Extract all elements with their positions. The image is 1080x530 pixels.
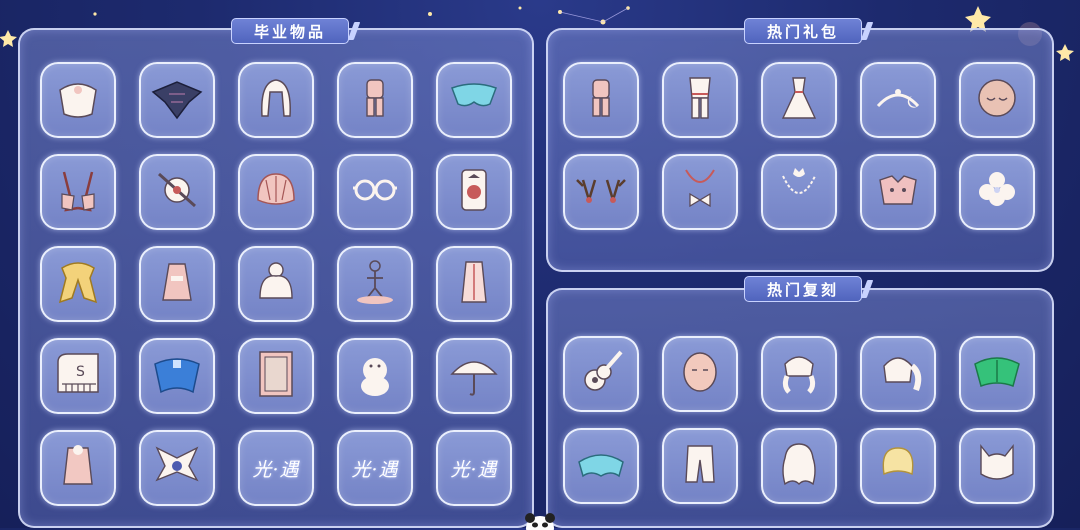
graduation-items-grid: S 光·遇 光·遇 光·遇 (40, 62, 512, 506)
hot-pack-item-slot[interactable] (959, 154, 1035, 230)
figure-statue-icon (345, 252, 405, 316)
ponytail-hair-icon (868, 342, 928, 406)
white-cape-icon (48, 68, 108, 132)
seashell-hair-icon (246, 160, 306, 224)
cat-necklace-icon (769, 160, 829, 224)
bow-necklace-icon (670, 160, 730, 224)
pink-outfit-icon (345, 68, 405, 132)
hot-pack-item-slot[interactable] (761, 62, 837, 138)
pink-open-cape-icon (48, 160, 108, 224)
graduation-item-slot[interactable] (238, 338, 314, 414)
cyan-butterfly-cape-icon (444, 68, 504, 132)
hot-pack-item-slot[interactable] (860, 62, 936, 138)
hot-pack-item-slot[interactable] (662, 154, 738, 230)
hot-rerun-item-slot[interactable] (959, 428, 1035, 504)
white-traditional-outfit-icon (670, 68, 730, 132)
graduation-item-slot[interactable] (40, 430, 116, 506)
sword-emblem-icon (147, 160, 207, 224)
hot-rerun-item-slot[interactable] (860, 428, 936, 504)
sky-logo-text: 光·遇 (252, 458, 300, 481)
picture-frame-icon (246, 344, 306, 408)
graduation-item-slot[interactable]: 光·遇 (238, 430, 314, 506)
hot-pack-item-slot[interactable] (959, 62, 1035, 138)
piano-icon: S (48, 344, 108, 408)
yellow-scarf-icon (48, 252, 108, 316)
pink-dress-outfit-icon (147, 252, 207, 316)
hot-reruns-grid (563, 336, 1035, 504)
sky-logo-text: 光·遇 (351, 458, 399, 481)
braided-hair-icon (769, 342, 829, 406)
graduation-item-slot[interactable]: 光·遇 (337, 430, 413, 506)
graduation-item-slot[interactable] (238, 154, 314, 230)
graduation-item-slot[interactable]: 光·遇 (436, 430, 512, 506)
hot-pack-item-slot[interactable] (662, 62, 738, 138)
graduation-item-slot[interactable] (139, 154, 215, 230)
white-flower-icon (967, 160, 1027, 224)
graduation-items-title: 毕业物品 (231, 18, 349, 44)
green-leaf-cape-icon (967, 342, 1027, 406)
graduation-item-slot[interactable] (139, 338, 215, 414)
hot-pack-item-slot[interactable] (860, 154, 936, 230)
hot-rerun-item-slot[interactable] (563, 336, 639, 412)
hot-rerun-item-slot[interactable] (959, 336, 1035, 412)
antlers-icon (571, 160, 631, 224)
sleeping-mask-icon (967, 68, 1027, 132)
graduation-item-slot[interactable] (436, 154, 512, 230)
hot-rerun-item-slot[interactable] (662, 336, 738, 412)
hot-pack-item-slot[interactable] (563, 62, 639, 138)
white-pants-icon (670, 434, 730, 498)
moomin-plush-icon (345, 344, 405, 408)
white-long-hair-icon (246, 68, 306, 132)
graduation-item-slot[interactable] (40, 246, 116, 322)
graduation-item-slot[interactable] (337, 338, 413, 414)
dog-ears-hat-icon (868, 160, 928, 224)
white-dress-icon (769, 68, 829, 132)
pink-coat-icon (48, 436, 108, 500)
hot-rerun-item-slot[interactable] (563, 428, 639, 504)
bun-hair-icon (246, 252, 306, 316)
long-robe-outfit-icon (444, 252, 504, 316)
graduation-item-slot[interactable] (436, 338, 512, 414)
plain-mask-icon (670, 342, 730, 406)
svg-text:S: S (76, 364, 85, 380)
sky-logo-text: 光·遇 (450, 458, 498, 481)
ukulele-icon (571, 342, 631, 406)
hot-rerun-item-slot[interactable] (860, 336, 936, 412)
cyan-cloud-cape-icon (571, 434, 631, 498)
dark-bat-cape-icon (147, 68, 207, 132)
graduation-item-slot[interactable] (139, 430, 215, 506)
graduation-item-slot[interactable] (40, 154, 116, 230)
winged-emblem-icon (147, 436, 207, 500)
blue-cape-icon (147, 344, 207, 408)
graduation-item-slot[interactable] (238, 62, 314, 138)
hot-rerun-item-slot[interactable] (761, 336, 837, 412)
cat-ears-hair-icon (967, 434, 1027, 498)
short-blonde-hair-icon (868, 434, 928, 498)
hot-rerun-item-slot[interactable] (761, 428, 837, 504)
hot-packs-grid (563, 62, 1035, 230)
pink-outfit-icon (571, 68, 631, 132)
lantern-prop-icon (444, 160, 504, 224)
graduation-item-slot[interactable] (139, 246, 215, 322)
graduation-item-slot[interactable] (337, 154, 413, 230)
graduation-item-slot[interactable] (40, 62, 116, 138)
graduation-item-slot[interactable] (238, 246, 314, 322)
graduation-item-slot[interactable] (436, 62, 512, 138)
hot-pack-item-slot[interactable] (761, 154, 837, 230)
graduation-item-slot[interactable]: S (40, 338, 116, 414)
umbrella-icon (444, 344, 504, 408)
hot-rerun-item-slot[interactable] (662, 428, 738, 504)
graduation-item-slot[interactable] (337, 246, 413, 322)
glasses-icon (345, 160, 405, 224)
graduation-item-slot[interactable] (337, 62, 413, 138)
hot-pack-item-slot[interactable] (563, 154, 639, 230)
hot-reruns-title: 热门复刻 (744, 276, 862, 302)
graduation-item-slot[interactable] (139, 62, 215, 138)
wavy-long-hair-icon (769, 434, 829, 498)
moon-headpiece-icon (868, 68, 928, 132)
hot-packs-title: 热门礼包 (744, 18, 862, 44)
graduation-item-slot[interactable] (436, 246, 512, 322)
